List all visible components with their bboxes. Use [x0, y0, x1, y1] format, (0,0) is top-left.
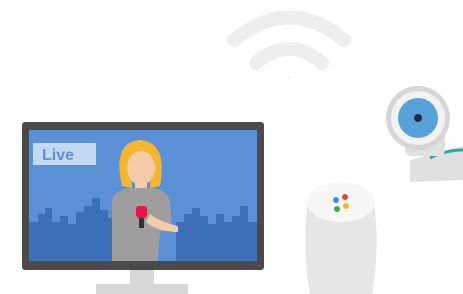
speaker-dot-green: [334, 206, 340, 212]
reporter-face: [127, 151, 155, 185]
microphone-head: [136, 206, 147, 218]
speaker-dot-red: [342, 194, 348, 200]
camera-lens-center: [414, 114, 422, 122]
speaker-dot-blue: [333, 197, 339, 203]
wifi-signal-icon: [227, 10, 351, 79]
tv-stand-neck: [130, 270, 154, 284]
live-label: Live: [42, 147, 74, 164]
tv-stand-base: [96, 284, 188, 294]
wifi-dot: [288, 77, 290, 79]
speaker-top: [307, 182, 375, 222]
smart-speaker: [305, 182, 377, 294]
wifi-arc-inner: [249, 42, 329, 70]
wifi-arc-outer: [227, 10, 351, 47]
speaker-dot-yellow: [343, 203, 349, 209]
security-camera: [386, 86, 463, 182]
